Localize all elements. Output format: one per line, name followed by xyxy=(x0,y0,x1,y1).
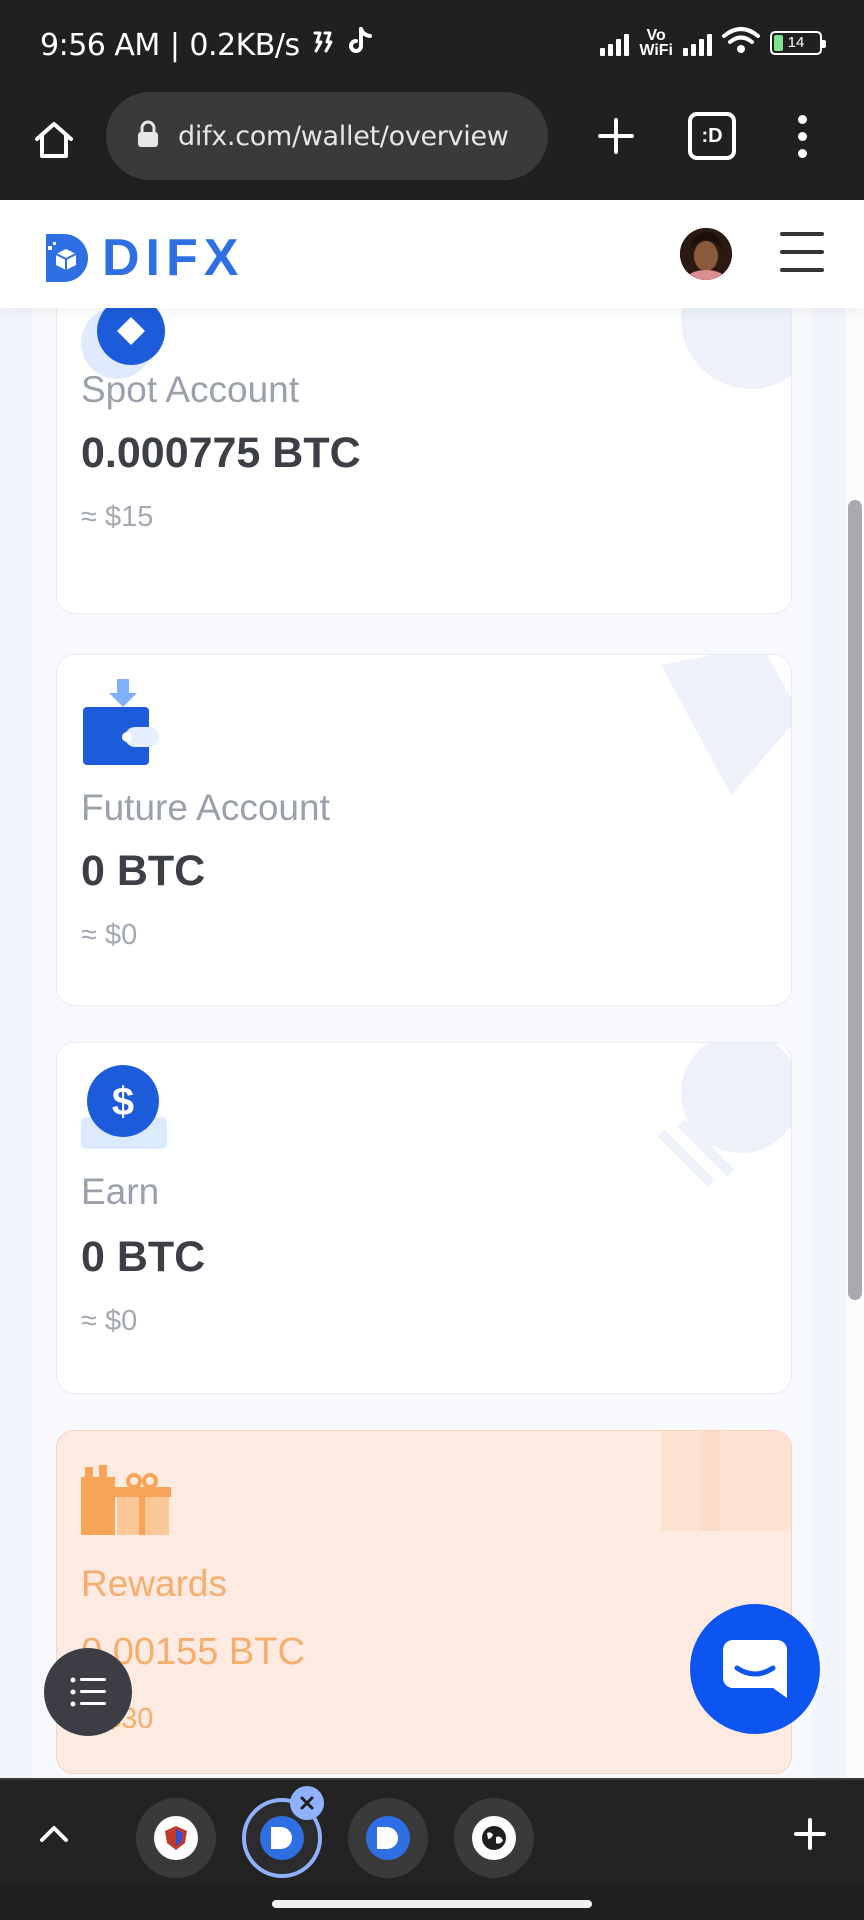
home-button[interactable] xyxy=(26,112,82,168)
earn-card[interactable]: $ Earn 0 BTC ≈ $0 xyxy=(56,1042,792,1394)
tab-item[interactable] xyxy=(348,1798,428,1878)
floating-list-button[interactable] xyxy=(44,1648,132,1736)
site-menu-button[interactable] xyxy=(780,232,824,272)
battery-icon: 14 xyxy=(770,30,826,55)
list-icon xyxy=(70,1677,106,1707)
rewards-card[interactable]: Rewards 0.00155 BTC ≈ $30 xyxy=(56,1430,792,1774)
hamburger-line xyxy=(780,268,824,272)
difx-favicon-icon xyxy=(366,1816,410,1860)
menu-dot-icon xyxy=(797,114,807,124)
wallet-overview: Spot Account 0.000775 BTC ≈ $15 Future A… xyxy=(0,308,864,1778)
spot-account-card[interactable]: Spot Account 0.000775 BTC ≈ $15 xyxy=(56,308,792,614)
scrollbar-thumb[interactable] xyxy=(848,500,862,1300)
shield-favicon-icon xyxy=(154,1816,198,1860)
vowifi-indicator: Vo WiFi xyxy=(639,26,673,59)
card-balance: 0 BTC xyxy=(81,1233,206,1281)
difx-logo[interactable]: DIFX xyxy=(44,228,244,288)
hamburger-line xyxy=(780,232,824,236)
cell-signal-icon xyxy=(600,30,630,56)
lock-icon xyxy=(136,119,160,154)
status-net-speed: 0.2KB/s xyxy=(189,27,300,63)
new-tab-button[interactable] xyxy=(588,108,644,164)
dollar-deco-icon xyxy=(657,1043,791,1187)
browser-tab-strip xyxy=(0,1778,864,1886)
hamburger-line xyxy=(780,250,824,254)
menu-dot-icon xyxy=(797,131,807,141)
status-right: Vo WiFi 14 xyxy=(600,26,826,59)
gesture-handle[interactable] xyxy=(272,1900,592,1908)
wallet-download-icon xyxy=(81,679,165,776)
tab-switcher-button[interactable]: :D xyxy=(688,112,736,160)
vowifi-top: Vo xyxy=(646,26,666,44)
tab-item[interactable] xyxy=(454,1798,534,1878)
add-tab-button[interactable] xyxy=(786,1810,834,1858)
navigation-gesture-area xyxy=(0,1886,864,1920)
status-separator: | xyxy=(169,27,180,63)
card-title: Earn xyxy=(81,1171,160,1212)
card-fiat-value: ≈ $15 xyxy=(81,501,154,533)
tab-switcher-label: :D xyxy=(701,124,723,147)
url-text: difx.com/wallet/overview xyxy=(178,120,509,152)
chat-support-button[interactable] xyxy=(690,1604,820,1734)
chat-icon xyxy=(723,1640,787,1698)
card-balance: 0 BTC xyxy=(81,847,206,895)
tiktok-icon xyxy=(346,26,374,64)
home-icon xyxy=(35,122,73,158)
svg-text:$: $ xyxy=(112,1080,134,1124)
chevron-up-icon xyxy=(40,1826,68,1842)
threads-icon xyxy=(310,28,336,63)
browser-toolbar: difx.com/wallet/overview :D xyxy=(0,88,864,200)
card-balance: 0.000775 BTC xyxy=(81,429,361,477)
status-bar: 9:56 AM | 0.2KB/s Vo WiFi 14 xyxy=(0,0,864,88)
dollar-coin-icon: $ xyxy=(79,1063,171,1160)
logo-text: DIFX xyxy=(102,229,245,287)
cell-signal-2-icon xyxy=(683,30,712,56)
card-title: Future Account xyxy=(81,787,330,828)
battery-level: 14 xyxy=(787,33,805,51)
tab-item[interactable] xyxy=(136,1798,216,1878)
card-title: Spot Account xyxy=(81,369,300,410)
plus-icon xyxy=(598,118,634,154)
globe-favicon-icon xyxy=(472,1816,516,1860)
site-header: DIFX xyxy=(0,200,864,308)
avatar[interactable] xyxy=(680,228,732,280)
status-left: 9:56 AM | 0.2KB/s xyxy=(40,26,374,64)
expand-tabs-button[interactable] xyxy=(30,1810,78,1858)
card-title: Rewards xyxy=(81,1563,227,1604)
difx-logo-icon xyxy=(46,234,88,282)
address-bar[interactable]: difx.com/wallet/overview xyxy=(106,92,548,180)
close-tab-button[interactable] xyxy=(290,1786,324,1820)
card-fiat-value: ≈ $0 xyxy=(81,919,138,951)
status-time: 9:56 AM xyxy=(40,27,160,63)
screen: 9:56 AM | 0.2KB/s Vo WiFi 14 difx.com/wa… xyxy=(0,0,864,1920)
browser-menu-button[interactable] xyxy=(782,108,822,164)
wifi-icon xyxy=(722,26,760,59)
gift-icon xyxy=(79,1463,171,1542)
gift-deco-icon xyxy=(661,1431,791,1531)
vowifi-bottom: WiFi xyxy=(639,41,673,59)
card-fiat-value: ≈ $0 xyxy=(81,1305,138,1337)
plus-icon xyxy=(794,1818,826,1850)
dollar-deco-icon xyxy=(681,308,791,389)
difx-favicon-icon xyxy=(260,1816,304,1860)
menu-dot-icon xyxy=(797,148,807,158)
future-account-card[interactable]: Future Account 0 BTC ≈ $0 xyxy=(56,654,792,1006)
close-icon xyxy=(300,1796,314,1810)
tag-deco-icon xyxy=(661,655,791,795)
